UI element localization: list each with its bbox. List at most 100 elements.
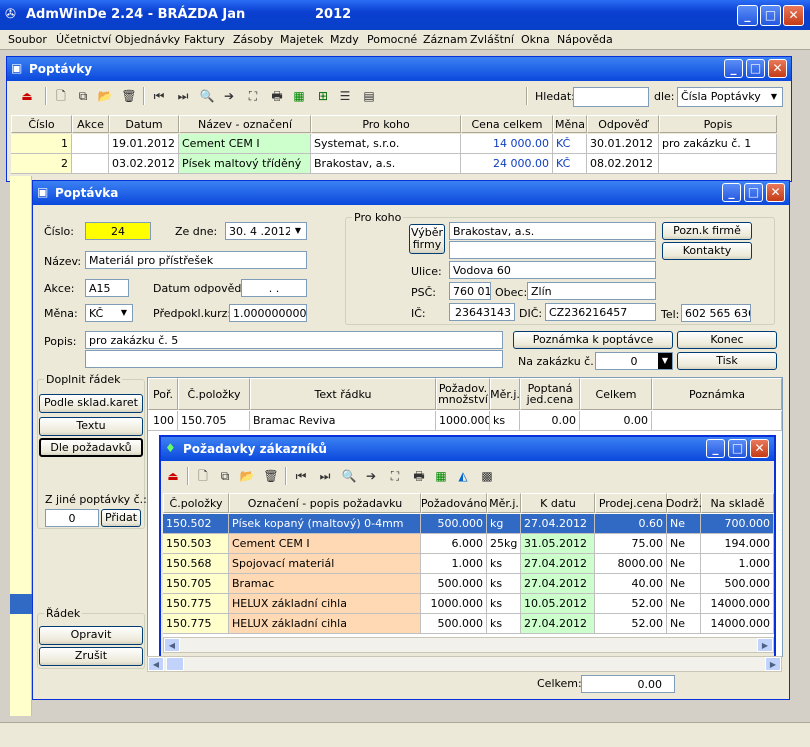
- menu-item[interactable]: Objednávky: [115, 33, 180, 46]
- print-icon[interactable]: 🖶: [411, 468, 427, 484]
- mena-select[interactable]: KČ ▼: [85, 304, 133, 322]
- col-header[interactable]: Odpověď: [587, 115, 659, 133]
- col-header[interactable]: Měr.j.: [487, 493, 521, 513]
- minimize-icon[interactable]: _: [722, 183, 741, 202]
- open-icon[interactable]: 📂: [239, 468, 255, 484]
- first-icon[interactable]: ⏮: [293, 468, 309, 484]
- col-header[interactable]: Č.položky: [163, 493, 229, 513]
- close-icon[interactable]: ✕: [783, 5, 804, 26]
- psc-field[interactable]: 760 01: [449, 282, 491, 300]
- col-header[interactable]: Datum: [109, 115, 179, 133]
- col-header[interactable]: Označení - popis požadavku: [229, 493, 421, 513]
- menu-item[interactable]: Mzdy: [330, 33, 359, 46]
- col-header[interactable]: Dodrž.: [666, 493, 702, 513]
- popis-field[interactable]: pro zakázku č. 5: [85, 331, 503, 349]
- search-icon[interactable]: 🔍: [199, 88, 215, 104]
- col-header[interactable]: Akce: [72, 115, 109, 133]
- datum-odpovedi-field[interactable]: . .: [241, 279, 307, 297]
- scroll-thumb[interactable]: [166, 657, 184, 671]
- export-icon[interactable]: ⊞: [315, 88, 331, 104]
- report-icon[interactable]: ▤: [361, 88, 377, 104]
- menu-item[interactable]: Faktury: [184, 33, 225, 46]
- col-header[interactable]: Měr.j.: [490, 378, 520, 410]
- menu-item[interactable]: Okna: [521, 33, 550, 46]
- ulice-field[interactable]: Vodova 60: [449, 261, 656, 279]
- arrow-right-icon[interactable]: ➔: [221, 88, 237, 104]
- new-icon[interactable]: 🗋: [195, 468, 211, 484]
- arrow-right-icon[interactable]: ➔: [363, 468, 379, 484]
- chevron-down-icon[interactable]: ▼: [290, 223, 306, 239]
- dle-pozadavku-button[interactable]: Dle požadavků: [39, 438, 143, 457]
- podle-skladovych-karet-button[interactable]: Podle sklad.karet: [39, 394, 143, 413]
- vyber-firmy-button[interactable]: Výběr firmy: [409, 224, 445, 254]
- opravit-button[interactable]: Opravit: [39, 626, 143, 645]
- chevron-down-icon[interactable]: ▼: [766, 88, 782, 106]
- poznamka-firme-button[interactable]: Pozn.k firmě: [662, 222, 752, 240]
- open-icon[interactable]: 📂: [97, 88, 113, 104]
- obec-field[interactable]: Zlín: [527, 282, 656, 300]
- excel-icon[interactable]: ▦: [433, 468, 449, 484]
- col-header[interactable]: Pro koho: [311, 115, 461, 133]
- maximize-icon[interactable]: □: [728, 439, 747, 458]
- search-by-select[interactable]: Čísla Poptávky ▼: [677, 87, 783, 107]
- col-header[interactable]: Prodej.cena: [595, 493, 667, 513]
- last-icon[interactable]: ⏭: [317, 468, 333, 484]
- ic-field[interactable]: 23643143: [449, 303, 515, 321]
- poznamka-poptavce-button[interactable]: Poznámka k poptávce: [513, 331, 673, 349]
- scroll-right-icon[interactable]: ▶: [757, 638, 773, 652]
- list-icon[interactable]: ☰: [337, 88, 353, 104]
- delete-icon[interactable]: 🗑: [121, 88, 137, 104]
- maximize-icon[interactable]: □: [760, 5, 781, 26]
- menu-item[interactable]: Účetnictví: [56, 33, 111, 46]
- col-header[interactable]: Požadov. množství: [436, 378, 490, 410]
- calculator-icon[interactable]: ▩: [479, 468, 495, 484]
- nazev-field[interactable]: Materiál pro přístřešek: [85, 251, 307, 269]
- kontakty-button[interactable]: Kontakty: [662, 242, 752, 260]
- menu-item[interactable]: Majetek: [280, 33, 324, 46]
- minimize-icon[interactable]: _: [724, 59, 743, 78]
- menu-item[interactable]: Záznam: [423, 33, 467, 46]
- copy-icon[interactable]: ⧉: [217, 468, 233, 484]
- exit-icon[interactable]: ⏏: [19, 88, 35, 104]
- col-header[interactable]: Poř.: [148, 378, 178, 410]
- search-icon[interactable]: 🔍: [341, 468, 357, 484]
- kurz-field[interactable]: 1.000000000: [229, 304, 307, 322]
- col-header[interactable]: Poznámka: [652, 378, 782, 410]
- maximize-icon[interactable]: □: [744, 183, 763, 202]
- col-header[interactable]: Název - označení: [179, 115, 311, 133]
- app-titlebar[interactable]: ✇ AdmWinDe 2.24 - BRÁZDA Jan 2012 _ □ ✕: [0, 0, 810, 30]
- textu-button[interactable]: Textu: [39, 417, 143, 436]
- col-header[interactable]: Text řádku: [250, 378, 436, 410]
- scroll-right-icon[interactable]: ▶: [765, 657, 781, 671]
- exit-icon[interactable]: ⏏: [165, 468, 181, 484]
- poptavky-titlebar[interactable]: ▣ Poptávky _ □ ✕: [7, 57, 791, 81]
- col-header[interactable]: Celkem: [580, 378, 652, 410]
- horizontal-scrollbar[interactable]: ◀ ▶: [163, 637, 774, 653]
- scroll-left-icon[interactable]: ◀: [148, 657, 164, 671]
- menu-item[interactable]: Nápověda: [557, 33, 613, 46]
- dic-field[interactable]: CZ236216457: [545, 303, 656, 321]
- close-icon[interactable]: ✕: [766, 183, 785, 202]
- search-input[interactable]: [573, 87, 649, 107]
- zakazka-field[interactable]: 0 ▼: [595, 352, 673, 370]
- popis-field-2[interactable]: [85, 350, 503, 368]
- chevron-down-icon[interactable]: ▼: [116, 305, 132, 321]
- copy-icon[interactable]: ⧉: [75, 88, 91, 104]
- chart-icon[interactable]: ◭: [455, 468, 471, 484]
- tel-field[interactable]: 602 565 636: [681, 304, 751, 322]
- new-icon[interactable]: 🗋: [53, 88, 69, 104]
- zrusit-button[interactable]: Zrušit: [39, 647, 143, 666]
- scroll-left-icon[interactable]: ◀: [164, 638, 180, 652]
- minimize-icon[interactable]: _: [706, 439, 725, 458]
- last-icon[interactable]: ⏭: [175, 88, 191, 104]
- col-header[interactable]: Č.položky: [178, 378, 250, 410]
- col-header[interactable]: Popis: [659, 115, 777, 133]
- z-jine-poptavky-field[interactable]: 0: [45, 509, 99, 527]
- akce-field[interactable]: A15: [85, 279, 129, 297]
- first-icon[interactable]: ⏮: [151, 88, 167, 104]
- col-header[interactable]: Číslo: [11, 115, 72, 133]
- menu-item[interactable]: Soubor: [8, 33, 47, 46]
- firma-field-2[interactable]: [449, 241, 656, 259]
- col-header[interactable]: Cena celkem: [461, 115, 553, 133]
- items-horizontal-scrollbar[interactable]: ◀ ▶: [147, 656, 782, 672]
